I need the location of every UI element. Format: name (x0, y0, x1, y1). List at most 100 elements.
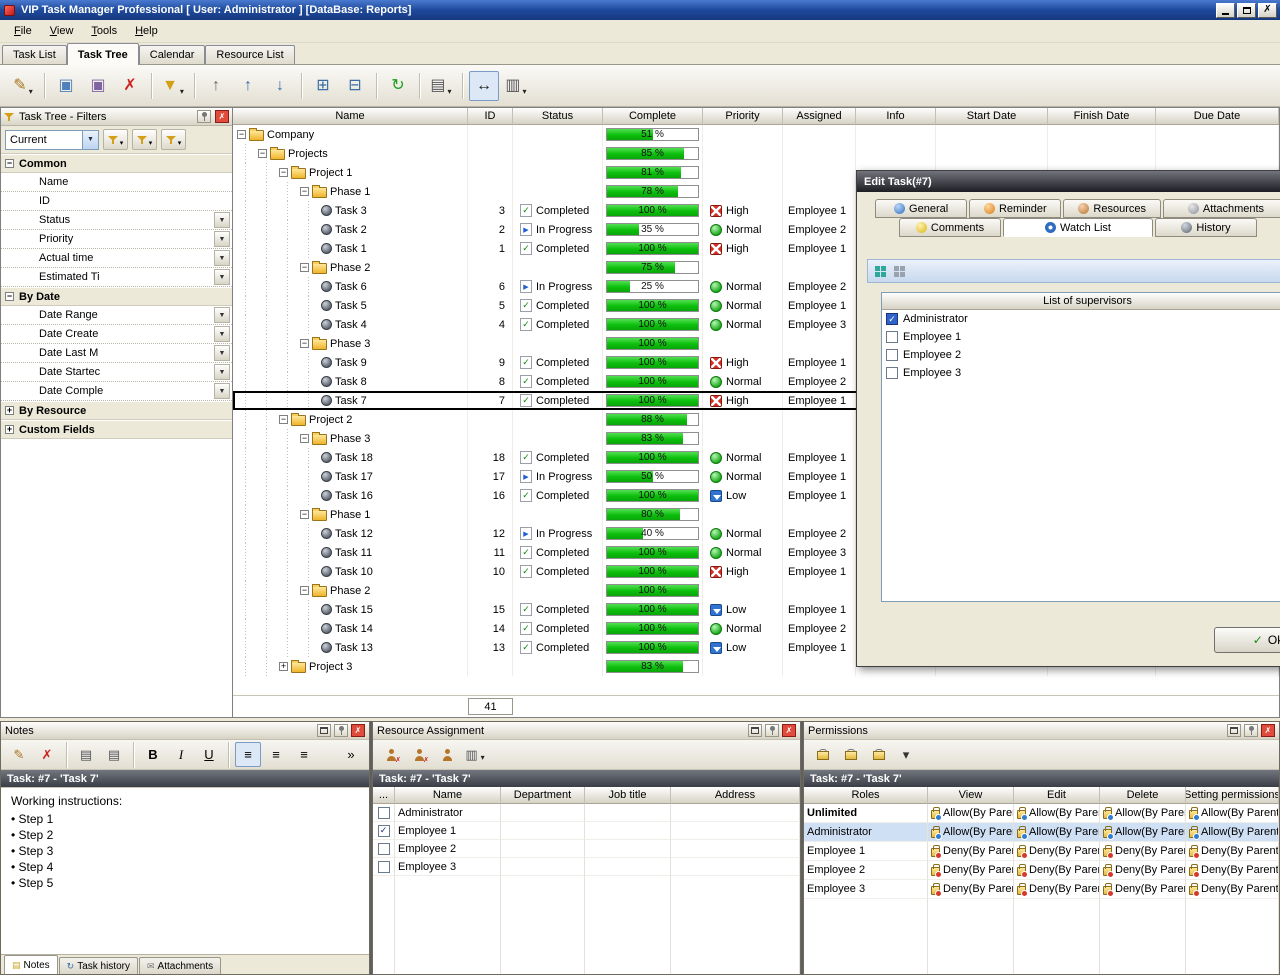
column-header-id[interactable]: ID (468, 108, 513, 125)
filter-edit-button[interactable]: ▾ (132, 129, 157, 150)
menu-tools[interactable]: Tools (83, 22, 125, 40)
move-down-button[interactable]: ↓ (265, 71, 295, 101)
collapse-icon[interactable]: − (5, 292, 14, 301)
collapse-icon[interactable]: − (5, 159, 14, 168)
collapse-icon[interactable]: − (300, 434, 309, 443)
resource-row[interactable]: Employee 1 (373, 822, 800, 840)
filter-section-custom-fields[interactable]: +Custom Fields (1, 420, 232, 439)
column-header-complete[interactable]: Complete (603, 108, 703, 125)
chevron-down-icon[interactable]: ▼ (82, 131, 98, 149)
filter-row-date-comple[interactable]: Date Comple▼ (1, 382, 232, 401)
dropdown-button[interactable]: ▼ (214, 231, 230, 247)
card-view-icon[interactable] (894, 266, 905, 277)
column-header-finish-date[interactable]: Finish Date (1048, 108, 1156, 125)
resources-restore-button[interactable] (748, 724, 762, 737)
align-left-button[interactable]: ≡ (235, 742, 261, 767)
assign-resource-button[interactable]: ✗ (378, 742, 404, 767)
checkbox[interactable] (886, 349, 898, 361)
close-button[interactable]: ✗ (1258, 3, 1277, 18)
collapse-icon[interactable]: − (279, 168, 288, 177)
supervisor-row[interactable]: Employee 1 (882, 328, 1280, 346)
minimize-button[interactable] (1216, 3, 1235, 18)
collapse-icon[interactable]: − (300, 187, 309, 196)
move-up-button[interactable]: ↑ (233, 71, 263, 101)
collapse-icon[interactable]: − (300, 510, 309, 519)
checkbox[interactable] (886, 367, 898, 379)
filter-row-date-startec[interactable]: Date Startec▼ (1, 363, 232, 382)
column-header-delete[interactable]: Delete (1100, 787, 1186, 804)
duplicate-task-button[interactable]: ▣ (83, 71, 113, 101)
collapse-icon[interactable]: − (279, 415, 288, 424)
permissions-restore-button[interactable] (1227, 724, 1241, 737)
tab-notes[interactable]: ▤Notes (4, 955, 58, 974)
print-button[interactable]: ▤▾ (426, 71, 456, 101)
resource-row[interactable]: Employee 2 (373, 840, 800, 858)
column-header-setting-permissions[interactable]: Setting permissions (1186, 787, 1279, 804)
filter-section-by-date[interactable]: −By Date (1, 287, 232, 306)
column-header-status[interactable]: Status (513, 108, 603, 125)
column-header-job-title[interactable]: Job title (585, 787, 671, 804)
notes-pin-button[interactable] (334, 724, 348, 737)
filter-row-date-range[interactable]: Date Range▼ (1, 306, 232, 325)
collapse-icon[interactable]: − (300, 586, 309, 595)
checkbox[interactable] (378, 861, 390, 873)
columns-button[interactable]: ▥▾ (462, 742, 488, 767)
filter-row-status[interactable]: Status▼ (1, 211, 232, 230)
collapse-all-button[interactable]: ⊟ (340, 71, 370, 101)
menu-help[interactable]: Help (127, 22, 166, 40)
dropdown-button[interactable]: ▼ (214, 326, 230, 342)
resource-row[interactable]: Administrator (373, 804, 800, 822)
dropdown-button[interactable]: ▼ (214, 212, 230, 228)
resources-close-button[interactable]: ✗ (782, 724, 796, 737)
permission-row[interactable]: AdministratorAllow(By Parent)Allow(By Pa… (804, 823, 1279, 842)
dialog-tab-resources[interactable]: Resources (1063, 199, 1161, 218)
delete-task-button[interactable]: ✗ (115, 71, 145, 101)
group-view-icon[interactable] (875, 266, 886, 277)
filters-close-button[interactable]: ✗ (215, 110, 229, 123)
tab-calendar[interactable]: Calendar (139, 45, 206, 64)
underline-button[interactable]: U (196, 742, 222, 767)
dialog-tab-general[interactable]: General (875, 199, 967, 218)
dropdown-button[interactable]: ▼ (214, 364, 230, 380)
checkbox[interactable] (378, 807, 390, 819)
edit-task-button[interactable]: ✎▾ (8, 71, 38, 101)
notes-content[interactable]: Working instructions: Step 1Step 2Step 3… (1, 787, 369, 954)
column-header-name[interactable]: Name (233, 108, 468, 125)
collapse-icon[interactable]: − (237, 130, 246, 139)
column-header-due-date[interactable]: Due Date (1156, 108, 1279, 125)
column-header-assigned[interactable]: Assigned (783, 108, 856, 125)
column-header-name[interactable]: Name (395, 787, 501, 804)
filter-row-priority[interactable]: Priority▼ (1, 230, 232, 249)
tree-row[interactable]: −Company51 % (233, 125, 1279, 144)
dialog-tab-reminder[interactable]: Reminder (969, 199, 1061, 218)
resource-row[interactable]: Employee 3 (373, 858, 800, 876)
filter-section-by-resource[interactable]: +By Resource (1, 401, 232, 420)
checkbox[interactable] (886, 313, 898, 325)
column-header-department[interactable]: Department (501, 787, 585, 804)
filter-section-common[interactable]: −Common (1, 154, 232, 173)
columns-button[interactable]: ▥▾ (501, 71, 531, 101)
supervisor-row[interactable]: Employee 2 (882, 346, 1280, 364)
dialog-titlebar[interactable]: Edit Task(#7) (857, 171, 1280, 192)
resources-pin-button[interactable] (765, 724, 779, 737)
maximize-button[interactable] (1237, 3, 1256, 18)
unassign-resource-button[interactable]: ✗ (406, 742, 432, 767)
overflow-button[interactable]: » (338, 742, 364, 767)
align-right-button[interactable]: ≡ (291, 742, 317, 767)
permission-row[interactable]: UnlimitedAllow(By Parent)Allow(By Parent… (804, 804, 1279, 823)
filter-row-date-create[interactable]: Date Create▼ (1, 325, 232, 344)
tree-row[interactable]: −Projects85 % (233, 144, 1279, 163)
menu-file[interactable]: File (6, 22, 40, 40)
tab-task-list[interactable]: Task List (2, 45, 67, 64)
permissions-menu-button[interactable]: ▾ (893, 742, 919, 767)
filter-clear-button[interactable]: ▾ (161, 129, 186, 150)
filter-row-date-last-m[interactable]: Date Last M▼ (1, 344, 232, 363)
allow-permission-button[interactable] (837, 742, 863, 767)
dropdown-button[interactable]: ▼ (214, 307, 230, 323)
filter-row-id[interactable]: ID (1, 192, 232, 211)
column-header-[interactable]: ... (373, 787, 395, 804)
permission-row[interactable]: Employee 1Deny(By Parent)Deny(By Parent)… (804, 842, 1279, 861)
italic-button[interactable]: I (168, 742, 194, 767)
resource-list-button[interactable] (434, 742, 460, 767)
dialog-tab-history[interactable]: History (1155, 218, 1257, 237)
